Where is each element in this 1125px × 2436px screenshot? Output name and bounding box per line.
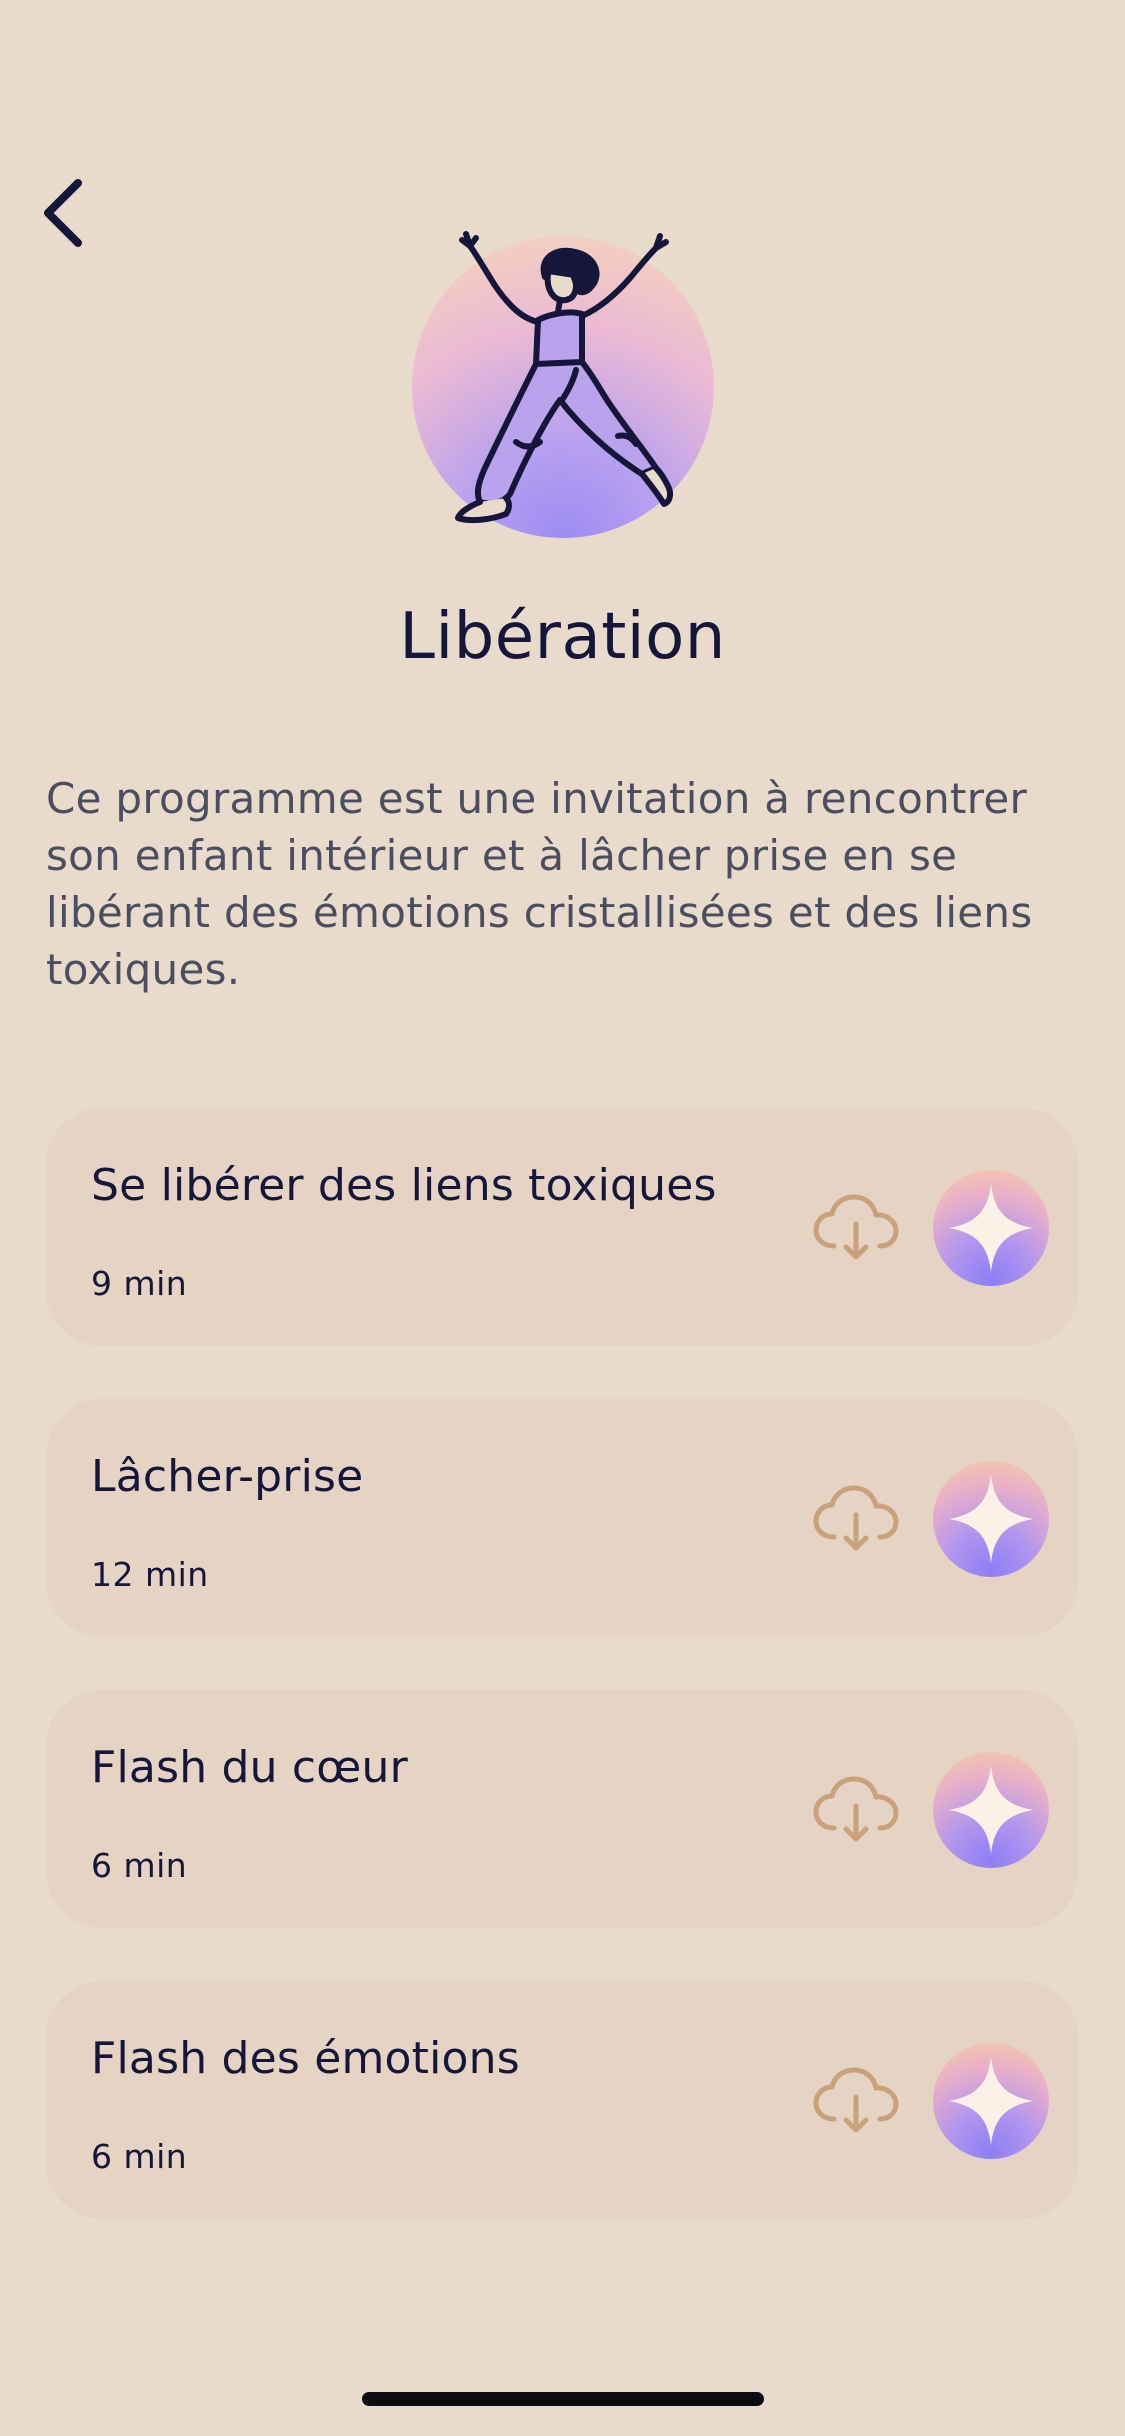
session-card[interactable]: Flash du cœur 6 min bbox=[46, 1690, 1078, 1928]
home-indicator[interactable] bbox=[362, 2392, 764, 2406]
program-description: Ce programme est une invitation à rencon… bbox=[46, 774, 1033, 994]
session-duration: 9 min bbox=[91, 1264, 188, 1303]
program-title: Libération bbox=[399, 600, 726, 674]
session-duration: 6 min bbox=[91, 2137, 188, 2176]
cloud-download-icon bbox=[813, 2067, 899, 2133]
cloud-download-icon bbox=[813, 1776, 899, 1842]
session-card[interactable]: Flash des émotions 6 min bbox=[46, 1981, 1078, 2219]
sparkle-orb-icon bbox=[949, 1184, 1033, 1272]
download-button[interactable] bbox=[812, 2065, 902, 2137]
session-duration: 12 min bbox=[91, 1555, 209, 1594]
play-button[interactable] bbox=[933, 1170, 1049, 1286]
download-button[interactable] bbox=[812, 1192, 902, 1264]
session-title: Flash des émotions bbox=[91, 2033, 520, 2084]
cloud-download-icon bbox=[813, 1194, 899, 1260]
download-button[interactable] bbox=[812, 1774, 902, 1846]
download-button[interactable] bbox=[812, 1483, 902, 1555]
session-list: Se libérer des liens toxiques 9 min Lâch… bbox=[46, 1108, 1078, 2272]
sparkle-orb-icon bbox=[949, 1475, 1033, 1563]
session-card[interactable]: Se libérer des liens toxiques 9 min bbox=[46, 1108, 1078, 1346]
session-duration: 6 min bbox=[91, 1846, 188, 1885]
sparkle-orb-icon bbox=[949, 1766, 1033, 1854]
session-title: Lâcher-prise bbox=[91, 1451, 364, 1502]
session-title: Se libérer des liens toxiques bbox=[91, 1160, 717, 1211]
dancing-person-illustration bbox=[455, 231, 674, 524]
session-title: Flash du cœur bbox=[91, 1742, 408, 1793]
session-card[interactable]: Lâcher-prise 12 min bbox=[46, 1399, 1078, 1637]
cloud-download-icon bbox=[813, 1485, 899, 1551]
play-button[interactable] bbox=[933, 1461, 1049, 1577]
sparkle-orb-icon bbox=[949, 2057, 1033, 2145]
program-detail-screen: Libération Ce programme est une invitati… bbox=[0, 0, 1125, 2436]
program-hero bbox=[0, 222, 1125, 552]
play-button[interactable] bbox=[933, 1752, 1049, 1868]
play-button[interactable] bbox=[933, 2043, 1049, 2159]
